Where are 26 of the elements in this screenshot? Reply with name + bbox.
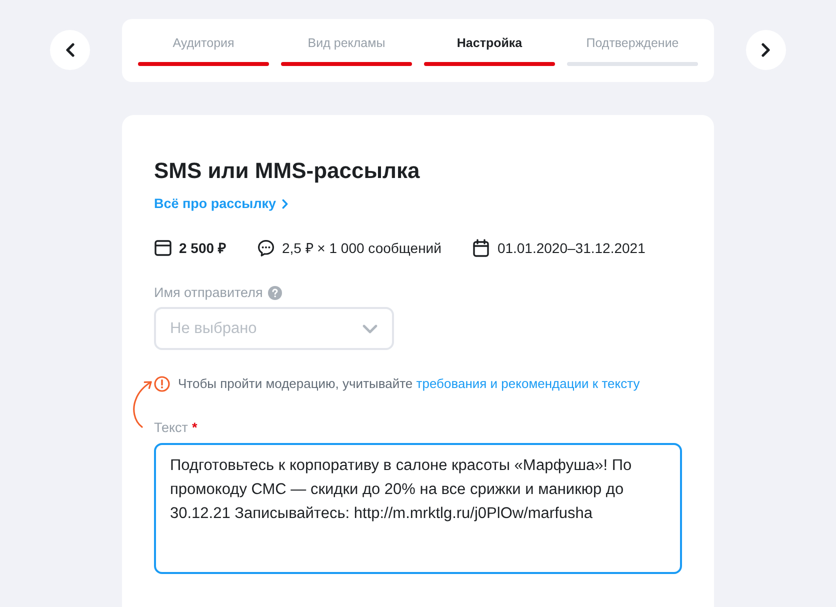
- next-button[interactable]: [746, 30, 786, 70]
- chevron-down-icon: [362, 324, 378, 334]
- page-title: SMS или MMS-рассылка: [154, 157, 421, 185]
- budget-amount: 2 500 ₽: [179, 239, 226, 258]
- step-tab[interactable]: Настройка: [456, 35, 522, 51]
- chevron-right-icon: [282, 199, 288, 209]
- text-label: Текст: [154, 419, 188, 437]
- calendar-icon: [472, 239, 490, 257]
- sender-label: Имя отправителя: [154, 284, 263, 302]
- date-range: 01.01.2020–31.12.2021: [497, 239, 646, 258]
- moderation-hint: Чтобы пройти модерацию, учитывайте требования и рекомендации к тексту: [178, 375, 640, 393]
- chevron-right-icon: [761, 43, 771, 57]
- requirements-link[interactable]: требования и рекомендации к тексту: [416, 376, 640, 391]
- step-tab[interactable]: Аудитория: [172, 35, 234, 51]
- chevron-left-icon: [65, 43, 75, 57]
- step-tab[interactable]: Подтверждение: [586, 35, 679, 51]
- alert-icon: [154, 376, 170, 392]
- message-price: 2,5 ₽ × 1 000 сообщений: [282, 239, 442, 258]
- wallet-icon: [154, 239, 172, 257]
- required-mark: *: [192, 419, 198, 437]
- previous-button[interactable]: [50, 30, 90, 70]
- message-field[interactable]: Подготовьтесь к корпоративу в салоне красоты «Марфуша»! По промокоду СМС — скидки до 20% на все срижки и маникюр до 30.12.21 Записывайтесь: http://m.mrktlg.ru/j0PlOw/marfusha: [154, 443, 682, 574]
- chat-bubble-icon: [256, 239, 275, 257]
- about-mailing-link[interactable]: Всё про рассылку: [154, 194, 288, 214]
- step-tab[interactable]: Вид рекламы: [308, 35, 386, 51]
- sender-select[interactable]: Не выбрано: [154, 307, 394, 350]
